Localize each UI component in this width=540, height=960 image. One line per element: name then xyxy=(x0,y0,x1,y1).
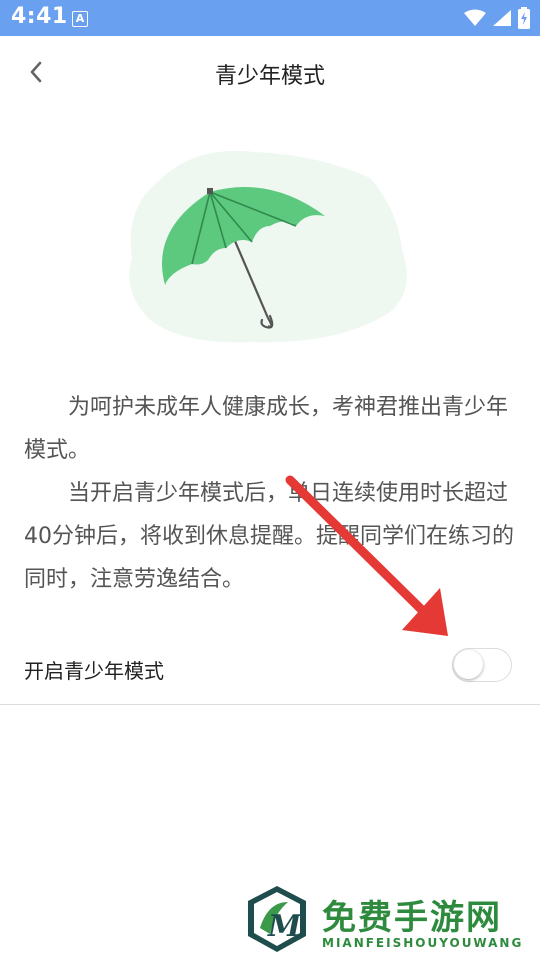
toggle-knob xyxy=(454,650,483,679)
svg-text:M: M xyxy=(267,909,302,944)
youth-mode-label: 开启青少年模式 xyxy=(24,659,164,683)
watermark-logo-icon: M xyxy=(248,886,306,952)
status-bar: 4:41 A xyxy=(0,0,540,36)
status-icons xyxy=(464,7,530,29)
wifi-icon xyxy=(464,9,486,26)
cell-signal-icon xyxy=(493,10,511,26)
description: 为呵护未成年人健康成长，考神君推出青少年模式。 当开启青少年模式后，单日连续使用… xyxy=(24,386,516,601)
watermark-subtitle: MIANFEISHOUYOUWANG xyxy=(322,936,524,950)
battery-charging-icon xyxy=(518,7,530,29)
description-paragraph-2: 当开启青少年模式后，单日连续使用时长超过40分钟后，将收到休息提醒。提醒同学们在… xyxy=(24,481,514,592)
umbrella-icon xyxy=(129,150,407,343)
youth-mode-setting-row: 开启青少年模式 xyxy=(0,630,540,705)
app-bar: 青少年模式 xyxy=(0,36,540,108)
page-title: 青少年模式 xyxy=(214,64,325,89)
description-paragraph-1: 为呵护未成年人健康成长，考神君推出青少年模式。 xyxy=(24,395,509,463)
watermark-title: 免费手游网 xyxy=(322,898,502,938)
app-notification-icon: A xyxy=(72,11,88,27)
umbrella-illustration xyxy=(120,140,420,350)
status-time: 4:41 xyxy=(11,4,68,29)
youth-mode-toggle[interactable] xyxy=(452,648,512,682)
site-watermark: M 免费手游网 MIANFEISHOUYOUWANG xyxy=(244,884,534,956)
